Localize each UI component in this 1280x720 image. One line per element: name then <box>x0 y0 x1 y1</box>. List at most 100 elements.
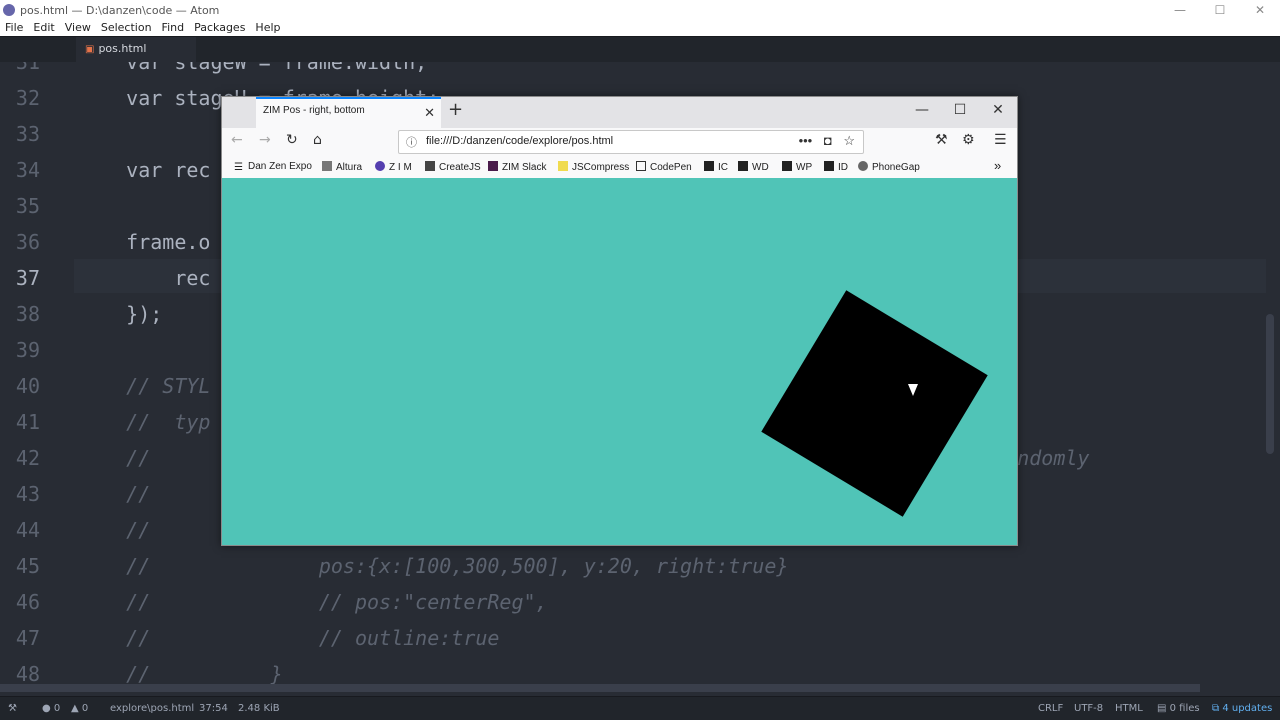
chevron-right-double-icon[interactable]: » <box>994 158 1001 173</box>
bookmark-label: Dan Zen Expo <box>248 161 312 172</box>
bookmark-label: WP <box>796 162 813 173</box>
code-line[interactable]: var stageW = frame.width; <box>78 62 427 80</box>
line-number: 46 <box>15 590 40 614</box>
bookmark-zim[interactable]: Z I M <box>375 161 412 173</box>
bookmark-zim-slack[interactable]: ZIM Slack <box>488 161 546 173</box>
browser-minimize-button[interactable]: — <box>907 102 937 118</box>
line-number: 43 <box>15 482 40 506</box>
code-line[interactable]: // <box>78 476 150 512</box>
bookmark-label: Z I M <box>389 162 412 173</box>
tab-close-icon[interactable]: ✕ <box>424 105 435 121</box>
code-line[interactable]: rec <box>78 260 210 296</box>
menu-view[interactable]: View <box>60 20 96 36</box>
menu-selection[interactable]: Selection <box>96 20 157 36</box>
file-path[interactable]: explore\pos.html <box>110 703 194 714</box>
more-actions-icon[interactable]: ••• <box>799 133 813 148</box>
maximize-button[interactable]: ☐ <box>1200 0 1240 20</box>
line-number: 39 <box>15 338 40 362</box>
bookmark-label: WD <box>752 162 769 173</box>
line-number: 33 <box>15 122 40 146</box>
bookmark-label: Altura <box>336 162 363 173</box>
menu-edit[interactable]: Edit <box>28 20 59 36</box>
bookmark-dan-zen-expo[interactable]: ☰ Dan Zen Expo <box>234 161 312 173</box>
encoding[interactable]: UTF-8 <box>1074 703 1103 714</box>
line-number: 35 <box>15 194 40 218</box>
reload-icon[interactable]: ↻ <box>286 132 298 148</box>
git-files[interactable]: ▤ 0 files <box>1157 703 1200 714</box>
vertical-scrollbar[interactable] <box>1266 314 1274 454</box>
bookmark-wp[interactable]: WP <box>782 161 812 173</box>
file-html-icon: ▣ <box>85 44 95 55</box>
bookmark-wd[interactable]: WD <box>738 161 769 173</box>
line-number: 31 <box>15 62 40 74</box>
horizontal-scrollbar[interactable] <box>0 684 1200 692</box>
code-line[interactable]: // STYL <box>78 368 210 404</box>
bookmark-label: ID <box>838 162 848 173</box>
menu-hamburger-icon[interactable]: ☰ <box>994 132 1007 148</box>
editor-tab-pos-html[interactable]: ▣ pos.html <box>76 37 196 62</box>
black-rectangle-shape[interactable] <box>761 290 988 517</box>
home-icon[interactable]: ⌂ <box>313 132 322 148</box>
wrench-icon[interactable]: ⚒ <box>935 132 948 148</box>
tool-icon[interactable]: ⚒ <box>8 703 17 714</box>
menu-file[interactable]: File <box>0 20 28 36</box>
settings-gear-icon[interactable]: ⚙ <box>962 132 975 148</box>
line-number: 40 <box>15 374 40 398</box>
browser-content-stage[interactable] <box>222 178 1017 545</box>
menu-packages[interactable]: Packages <box>189 20 250 36</box>
git-files-label: 0 files <box>1169 703 1200 714</box>
atom-logo-icon <box>3 4 15 16</box>
bookmark-label: JSCompress <box>572 162 630 173</box>
line-number: 38 <box>15 302 40 326</box>
code-line[interactable]: // pos:{x:[100,300,500], y:20, right:tru… <box>78 548 788 584</box>
menu-find[interactable]: Find <box>157 20 190 36</box>
code-line[interactable]: }); <box>78 296 162 332</box>
close-button[interactable]: ✕ <box>1240 0 1280 20</box>
browser-maximize-button[interactable]: ☐ <box>945 102 975 118</box>
line-ending[interactable]: CRLF <box>1038 703 1063 714</box>
code-line[interactable]: // <box>78 512 150 548</box>
bookmark-jscompress[interactable]: JSCompress <box>558 161 629 173</box>
browser-close-button[interactable]: ✕ <box>983 102 1013 118</box>
info-icon[interactable]: ⓘ <box>406 134 417 150</box>
bookmark-codepen[interactable]: CodePen <box>636 161 692 173</box>
url-bar[interactable]: ⓘ file:///D:/danzen/code/explore/pos.htm… <box>398 130 864 154</box>
atom-title-bar: pos.html — D:\danzen\code — Atom — ☐ ✕ <box>0 0 1280 20</box>
grid-icon <box>738 161 748 171</box>
code-line[interactable]: // // pos:"centerReg", <box>78 584 547 620</box>
browser-tab[interactable]: ZIM Pos - right, bottom ✕ <box>256 97 441 128</box>
forward-icon[interactable]: → <box>259 132 271 148</box>
bookmark-createjs[interactable]: CreateJS <box>425 161 481 173</box>
code-line[interactable]: // typ <box>78 404 210 440</box>
line-number: 32 <box>15 86 40 110</box>
warning-count[interactable]: ▲ 0 <box>71 703 88 714</box>
bookmark-id[interactable]: ID <box>824 161 848 173</box>
bookmark-ic[interactable]: IC <box>704 161 728 173</box>
minimize-button[interactable]: — <box>1160 0 1200 20</box>
menu-help[interactable]: Help <box>250 20 285 36</box>
line-number: 42 <box>15 446 40 470</box>
error-count[interactable]: ● 0 <box>42 703 60 714</box>
package-icon: ⧉ <box>1212 703 1220 714</box>
code-line[interactable]: frame.o <box>78 224 210 260</box>
bookmarks-toolbar: ☰ Dan Zen Expo Altura Z I M CreateJS ZIM … <box>222 156 1017 178</box>
code-line[interactable]: var rec <box>78 152 210 188</box>
code-line[interactable]: // // outline:true <box>78 620 499 656</box>
grammar[interactable]: HTML <box>1115 703 1143 714</box>
line-number: 36 <box>15 230 40 254</box>
browser-window: ZIM Pos - right, bottom ✕ + — ☐ ✕ ← → ↻ … <box>221 96 1018 546</box>
bookmark-altura[interactable]: Altura <box>322 161 362 173</box>
back-icon[interactable]: ← <box>231 132 243 148</box>
line-number: 41 <box>15 410 40 434</box>
bookmark-phonegap[interactable]: PhoneGap <box>858 161 920 173</box>
pocket-icon[interactable]: ◘ <box>824 133 832 148</box>
updates[interactable]: ⧉ 4 updates <box>1212 703 1272 714</box>
line-number: 47 <box>15 626 40 650</box>
bookmark-star-icon[interactable]: ☆ <box>843 133 855 148</box>
code-line[interactable]: // } <box>78 656 283 684</box>
bookmark-label: CodePen <box>650 162 692 173</box>
cursor-position[interactable]: 37:54 <box>199 703 228 714</box>
zim-icon <box>375 161 385 171</box>
warning-count-value: 0 <box>81 703 89 714</box>
new-tab-icon[interactable]: + <box>448 99 463 120</box>
